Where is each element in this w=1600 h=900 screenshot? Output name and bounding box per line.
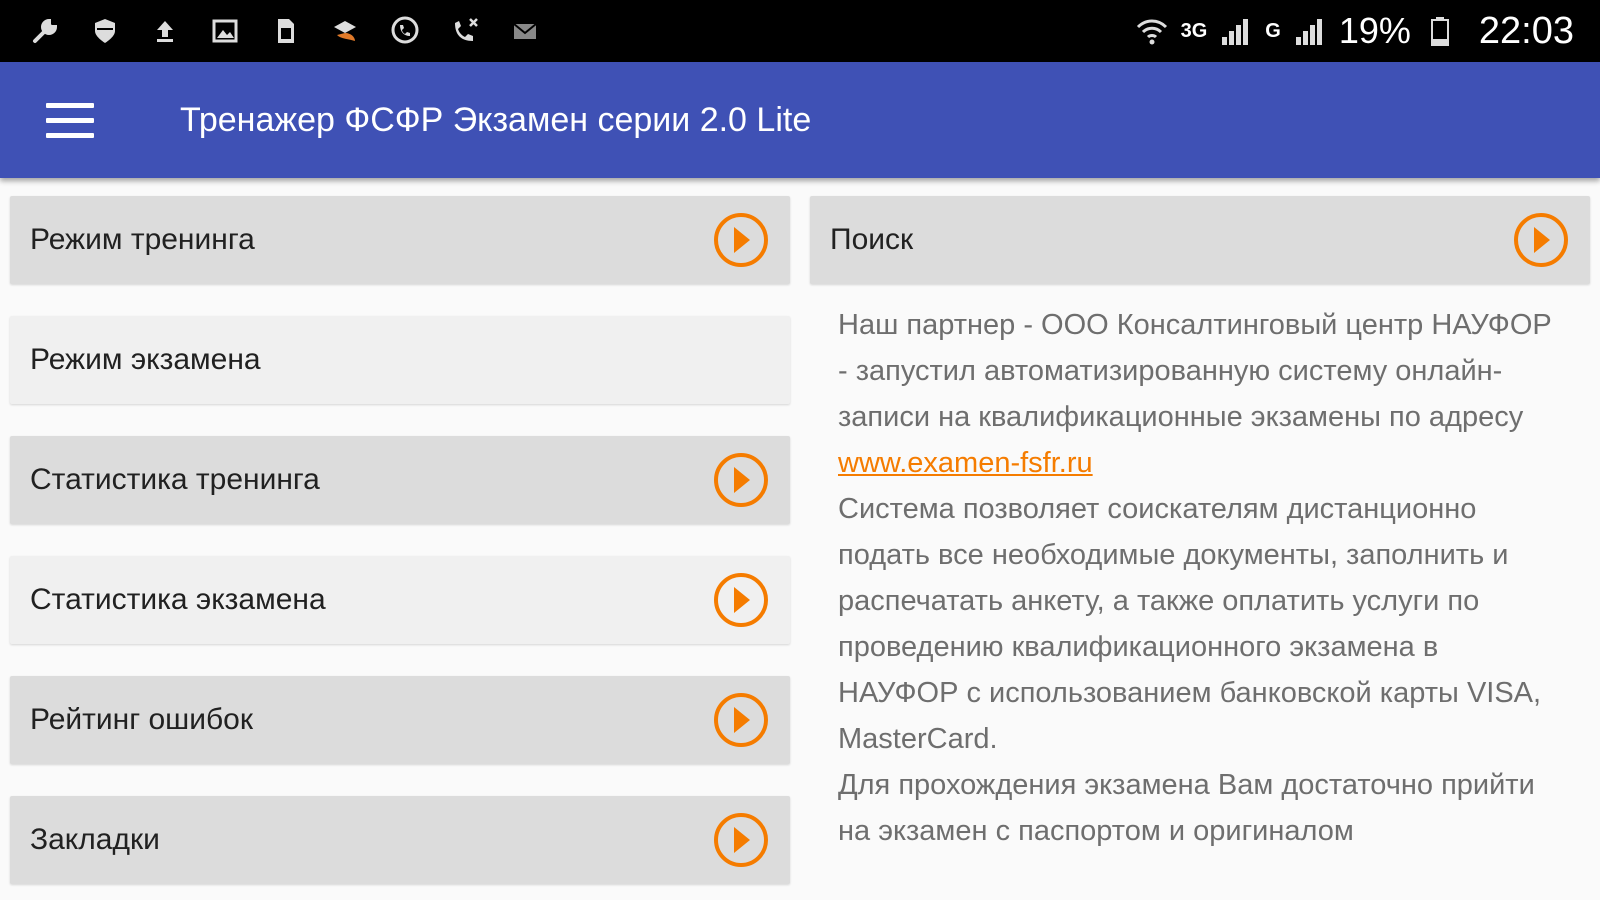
menu-item-label: Режим экзамена [30,343,261,376]
menu-item-label: Статистика экзамена [30,583,326,616]
partner-info: Наш партнер - ООО Консалтинговый центр Н… [810,284,1590,854]
security-app-icon [328,14,362,48]
system-indicators: 3G G 19% 22:03 [1135,10,1600,53]
menu-item-label: Рейтинг ошибок [30,703,253,736]
main-content: Режим тренинга Режим экзамена Статистика… [0,178,1600,900]
menu-item-bookmarks[interactable]: Закладки [10,796,790,884]
search-button[interactable]: Поиск [810,196,1590,284]
app-bar: Тренажер ФСФР Экзамен серии 2.0 Lite [0,62,1600,178]
shield-icon [88,14,122,48]
hamburger-menu-button[interactable] [0,62,140,178]
battery-percent: 19% [1338,10,1411,51]
network-type-label: 3G [1180,19,1208,42]
arrow-right-icon [714,213,768,267]
menu-item-exam-mode[interactable]: Режим экзамена [10,316,790,404]
network-type-label-2: G [1265,19,1281,42]
arrow-right-icon [714,573,768,627]
mode-menu: Режим тренинга Режим экзамена Статистика… [10,196,790,900]
viber-icon [388,14,422,48]
image-icon [208,14,242,48]
upload-icon [148,14,182,48]
signal-strength-icon [1219,14,1253,48]
status-bar: 3G G 19% 22:03 [0,0,1600,62]
arrow-right-icon [714,453,768,507]
info-paragraph: Наш партнер - ООО Консалтинговый центр Н… [838,309,1552,433]
menu-item-error-rating[interactable]: Рейтинг ошибок [10,676,790,764]
notification-icons [0,14,542,48]
search-label: Поиск [830,223,914,256]
menu-item-training-stats[interactable]: Статистика тренинга [10,436,790,524]
battery-icon [1423,14,1457,48]
missed-call-icon [448,14,482,48]
wrench-icon [28,14,62,48]
signal-strength-icon-2 [1293,14,1327,48]
mail-icon [508,14,542,48]
hamburger-icon [46,102,94,138]
wifi-icon [1135,14,1169,48]
menu-item-label: Статистика тренинга [30,463,320,496]
right-panel: Поиск Наш партнер - ООО Консалтинговый ц… [810,196,1590,854]
exam-site-link[interactable]: www.examen-fsfr.ru [838,440,1562,486]
menu-item-exam-stats[interactable]: Статистика экзамена [10,556,790,644]
arrow-right-icon [1514,213,1568,267]
clock: 22:03 [1478,9,1574,52]
sim-card-icon [268,14,302,48]
info-paragraph: Для прохождения экзамена Вам достаточно … [838,769,1535,847]
menu-item-label: Закладки [30,823,160,856]
app-title: Тренажер ФСФР Экзамен серии 2.0 Lite [180,100,812,139]
menu-item-training-mode[interactable]: Режим тренинга [10,196,790,284]
arrow-right-icon [714,813,768,867]
menu-item-label: Режим тренинга [30,223,255,256]
arrow-right-icon [714,693,768,747]
info-paragraph: Система позволяет соискателям дистанцион… [838,493,1542,755]
